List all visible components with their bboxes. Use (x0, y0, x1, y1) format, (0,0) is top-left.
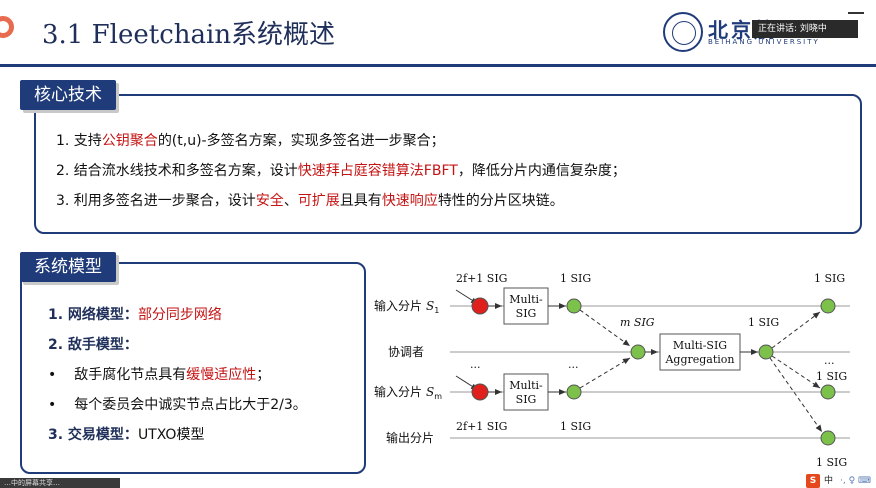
speaking-indicator: 正在讲话: 刘晓中 (752, 20, 858, 38)
system-model-box: 1. 网络模型：部分同步网络 2. 敌手模型： • 敌手腐化节点具有缓慢适应性； … (20, 262, 366, 474)
model-bullet-2: • 每个委员会中诚实节点占比大于2/3。 (48, 397, 307, 413)
ime-language-toggle[interactable]: 中 (824, 474, 833, 488)
tech-item-2: 2. 结合流水线技术和多签名方案，设计快速拜占庭容错算法FBFT，降低分片内通信… (56, 163, 626, 179)
row-label-shard-m: 输入分片 Sm (374, 384, 442, 401)
highlight-text: 快速拜占庭容错算法FBFT (297, 163, 458, 179)
aggregated-node (758, 344, 774, 360)
ime-toolbar[interactable]: S 中 ·, ♀ ⌨ (806, 474, 876, 488)
svg-text:Multi-: Multi- (509, 293, 543, 306)
label-1-sig-top-a: 1 SIG (560, 272, 591, 285)
label-1-sig-right-mid: 1 SIG (816, 370, 847, 383)
model-network: 1. 网络模型：部分同步网络 (48, 307, 222, 323)
result-node-shard-1 (820, 298, 836, 314)
svg-text:SIG: SIG (516, 307, 537, 320)
decorative-ring (0, 16, 14, 38)
slide-title: 3.1 Fleetchain系统概述 (42, 20, 336, 50)
university-logo-english: BEIHANG UNIVERSITY (708, 38, 820, 46)
section-label-core-tech: 核心技术 (20, 80, 116, 110)
result-node-shard-m (820, 384, 836, 400)
ellipsis-right: ... (824, 354, 835, 367)
sig-node-shard-m (566, 384, 582, 400)
ellipsis-left: ... (470, 358, 481, 371)
minimize-icon[interactable] (848, 12, 864, 14)
highlight-text: 快速响应 (381, 193, 438, 209)
sogou-ime-icon[interactable]: S (806, 474, 820, 488)
svg-text:Multi-SIG: Multi-SIG (673, 339, 727, 352)
leader-node-shard-1 (471, 297, 489, 315)
highlight-text: 缓慢适应性 (186, 367, 257, 383)
slide-header: 3.1 Fleetchain系统概述 北京航 BEIHANG UNIVERSIT… (0, 0, 876, 67)
highlight-text: 可扩展 (297, 193, 340, 209)
model-bullet-1: • 敌手腐化节点具有缓慢适应性； (48, 367, 271, 383)
leader-node-shard-m (471, 383, 489, 401)
highlight-text: 公钥聚合 (101, 133, 158, 149)
label-1-sig-top-b: 1 SIG (814, 272, 845, 285)
header-divider (0, 64, 876, 67)
row-label-coordinator: 协调者 (388, 344, 424, 359)
svg-text:SIG: SIG (516, 393, 537, 406)
tech-item-1: 1. 支持公钥聚合的(t,u)-多签名方案，实现多签名进一步聚合； (56, 133, 445, 149)
ellipsis-mid: ... (568, 358, 579, 371)
result-node-output (820, 430, 836, 446)
ime-tools-icons[interactable]: ·, ♀ ⌨ (840, 474, 871, 488)
label-2f1-sig-bot: 2f+1 SIG (456, 420, 507, 433)
highlight-text: 安全 (255, 193, 284, 209)
core-tech-box: 1. 支持公钥聚合的(t,u)-多签名方案，实现多签名进一步聚合； 2. 结合流… (34, 94, 862, 234)
university-seal-icon (663, 12, 703, 52)
svg-text:Aggregation: Aggregation (664, 353, 734, 366)
row-label-output: 输出分片 (386, 430, 434, 445)
screen-share-caption: …中的屏幕共享… (0, 478, 120, 488)
model-adversary: 2. 敌手模型： (48, 337, 138, 353)
label-m-sig: m SIG (620, 316, 655, 329)
label-1-sig-mid: 1 SIG (748, 316, 779, 329)
label-1-sig-right-bot: 1 SIG (816, 456, 847, 469)
label-2f1-sig-top: 2f+1 SIG (456, 272, 507, 285)
protocol-diagram-svg: 输入分片 S1 协调者 输入分片 Sm 输出分片 2f+1 SIG 1 SIG 1 … (374, 272, 850, 469)
coordinator-node (630, 344, 646, 360)
protocol-diagram: 输入分片 S1 协调者 输入分片 Sm 输出分片 2f+1 SIG 1 SIG 1 … (372, 262, 862, 476)
sig-node-shard-1 (566, 298, 582, 314)
row-label-shard-1: 输入分片 S1 (374, 298, 439, 315)
model-transaction: 3. 交易模型：UTXO模型 (48, 427, 205, 443)
tech-item-3: 3. 利用多签名进一步聚合，设计安全、可扩展且具有快速响应特性的分片区块链。 (56, 193, 564, 209)
section-label-system-model: 系统模型 (20, 252, 116, 282)
svg-text:Multi-: Multi- (509, 379, 543, 392)
label-1-sig-bot: 1 SIG (560, 420, 591, 433)
